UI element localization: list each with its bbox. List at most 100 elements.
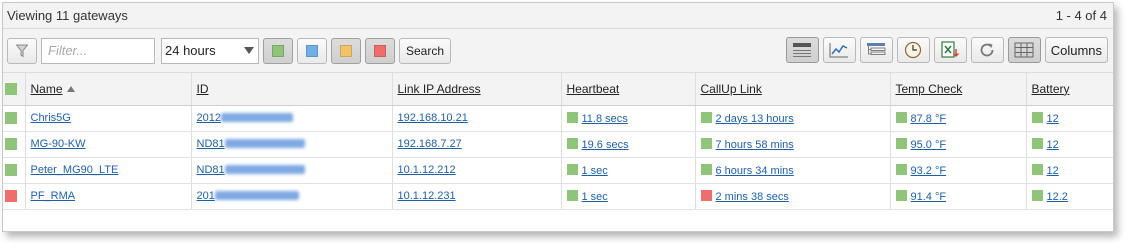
time-range-select[interactable]: 24 hours xyxy=(161,37,259,64)
heartbeat-cell: 11.8 secs xyxy=(561,105,696,132)
grid-view-button[interactable] xyxy=(1007,37,1041,63)
column-header-label[interactable]: Link IP Address xyxy=(398,82,481,96)
gateway-id-link[interactable]: 201 xyxy=(197,190,299,202)
row-status-cell xyxy=(3,131,26,158)
temp-cell: 87.8 °F xyxy=(890,105,1027,132)
status-ok-icon xyxy=(700,163,712,175)
gateway-name-link[interactable]: Peter_MG90_LTE xyxy=(31,164,119,176)
callup-cell: 7 hours 58 mins xyxy=(695,131,891,158)
column-header-battery[interactable]: Battery xyxy=(1026,73,1113,106)
temp-link[interactable]: 91.4 °F xyxy=(911,191,947,203)
heartbeat-link[interactable]: 1 sec xyxy=(582,191,608,203)
columns-button[interactable]: Columns xyxy=(1044,37,1108,63)
status-ok-icon xyxy=(566,189,578,201)
gateway-id-link[interactable]: ND81 xyxy=(197,164,305,176)
table-row[interactable]: Peter_MG90_LTE ND81 10.1.12.212 1 sec 6 … xyxy=(3,157,1113,184)
callup-link[interactable]: 2 mins 38 secs xyxy=(716,191,789,203)
status-filter-ok[interactable] xyxy=(263,37,293,64)
ip-link[interactable]: 10.1.12.212 xyxy=(398,164,456,176)
battery-link[interactable]: 12 xyxy=(1047,165,1059,177)
ip-link[interactable]: 192.168.10.21 xyxy=(398,112,468,124)
schedule-button[interactable] xyxy=(896,37,930,63)
column-header-label[interactable]: CallUp Link xyxy=(701,82,762,96)
filter-input[interactable] xyxy=(41,37,155,64)
status-filter-info[interactable] xyxy=(297,37,327,64)
id-cell: ND81 xyxy=(191,157,393,184)
callup-cell: 2 mins 38 secs xyxy=(695,183,891,210)
temp-link[interactable]: 95.0 °F xyxy=(911,139,947,151)
column-header-id[interactable]: ID xyxy=(191,73,393,106)
blue-square-icon xyxy=(306,44,318,57)
heartbeat-cell: 19.6 secs xyxy=(561,131,696,158)
table-header-row: Name ID Link IP Address Heartbeat CallUp… xyxy=(3,73,1113,106)
battery-link[interactable]: 12 xyxy=(1047,139,1059,151)
ip-link[interactable]: 192.168.7.27 xyxy=(398,138,462,150)
table-row[interactable]: Chris5G 2012 192.168.10.21 11.8 secs 2 d… xyxy=(3,105,1113,132)
name-cell: PF_RMA xyxy=(25,183,192,210)
row-status-cell xyxy=(3,183,26,210)
gateway-name-link[interactable]: PF_RMA xyxy=(31,190,76,202)
temp-link[interactable]: 87.8 °F xyxy=(911,113,947,125)
table-row[interactable]: MG-90-KW ND81 192.168.7.27 19.6 secs 7 h… xyxy=(3,131,1113,158)
callup-link[interactable]: 6 hours 34 mins xyxy=(716,165,794,177)
status-filter-error[interactable] xyxy=(365,37,395,64)
search-button[interactable]: Search xyxy=(399,37,452,64)
column-header-label[interactable]: Heartbeat xyxy=(567,82,620,96)
gateway-id-link[interactable]: ND81 xyxy=(197,138,305,150)
status-filter-warning[interactable] xyxy=(331,37,361,64)
ip-cell: 10.1.12.212 xyxy=(392,157,562,184)
tree-view-icon xyxy=(867,43,886,55)
column-header-ip[interactable]: Link IP Address xyxy=(392,73,562,106)
status-error-icon xyxy=(700,189,712,201)
tree-view-button[interactable] xyxy=(859,37,893,63)
column-header-callup[interactable]: CallUp Link xyxy=(695,73,891,106)
column-header-label[interactable]: ID xyxy=(197,82,209,96)
redacted-id-mask xyxy=(224,165,305,174)
heartbeat-cell: 1 sec xyxy=(561,157,696,184)
ip-cell: 192.168.10.21 xyxy=(392,105,562,132)
status-ok-icon xyxy=(5,163,17,176)
table-row[interactable]: PF_RMA 201 10.1.12.231 1 sec 2 mins 38 s… xyxy=(3,183,1113,210)
list-view-button[interactable] xyxy=(785,37,819,63)
battery-link[interactable]: 12 xyxy=(1047,113,1059,125)
heartbeat-link[interactable]: 19.6 secs xyxy=(582,139,629,151)
callup-link[interactable]: 7 hours 58 mins xyxy=(716,139,794,151)
battery-cell: 12 xyxy=(1026,157,1113,184)
row-status-cell xyxy=(3,157,26,184)
status-ok-icon xyxy=(700,137,712,149)
battery-cell: 12 xyxy=(1026,105,1113,132)
battery-link[interactable]: 12.2 xyxy=(1047,191,1068,203)
status-ok-icon xyxy=(1031,137,1043,149)
column-header-name[interactable]: Name xyxy=(25,73,192,106)
status-ok-icon xyxy=(895,163,907,175)
heartbeat-link[interactable]: 1 sec xyxy=(582,165,608,177)
ip-link[interactable]: 10.1.12.231 xyxy=(398,190,456,202)
chart-icon xyxy=(829,43,849,58)
column-header-heartbeat[interactable]: Heartbeat xyxy=(561,73,696,106)
column-header-temp[interactable]: Temp Check xyxy=(890,73,1027,106)
callup-link[interactable]: 2 days 13 hours xyxy=(716,113,794,125)
gateways-panel: Viewing 11 gateways 1 - 4 of 4 24 hours … xyxy=(2,2,1114,232)
status-ok-icon xyxy=(1031,163,1043,175)
column-header-label[interactable]: Battery xyxy=(1032,82,1070,96)
gateway-id-text: 2012 xyxy=(196,112,221,124)
status-column-header[interactable] xyxy=(3,73,26,106)
filter-button[interactable] xyxy=(7,37,37,64)
gateway-id-link[interactable]: 2012 xyxy=(197,112,293,124)
column-header-label[interactable]: Name xyxy=(31,82,63,96)
id-cell: ND81 xyxy=(191,131,393,158)
column-header-label[interactable]: Temp Check xyxy=(896,82,963,96)
heartbeat-link[interactable]: 11.8 secs xyxy=(582,113,628,125)
refresh-icon xyxy=(980,43,994,57)
status-ok-icon xyxy=(5,111,17,124)
refresh-button[interactable] xyxy=(970,37,1004,63)
gateway-name-link[interactable]: MG-90-KW xyxy=(31,138,86,150)
gateway-id-text: ND81 xyxy=(196,138,225,150)
excel-export-button[interactable] xyxy=(933,37,967,63)
chart-view-button[interactable] xyxy=(822,37,856,63)
excel-export-icon xyxy=(941,41,960,58)
temp-link[interactable]: 93.2 °F xyxy=(911,165,947,177)
orange-square-icon xyxy=(340,44,352,57)
status-ok-icon xyxy=(895,137,907,149)
gateway-name-link[interactable]: Chris5G xyxy=(31,112,71,124)
